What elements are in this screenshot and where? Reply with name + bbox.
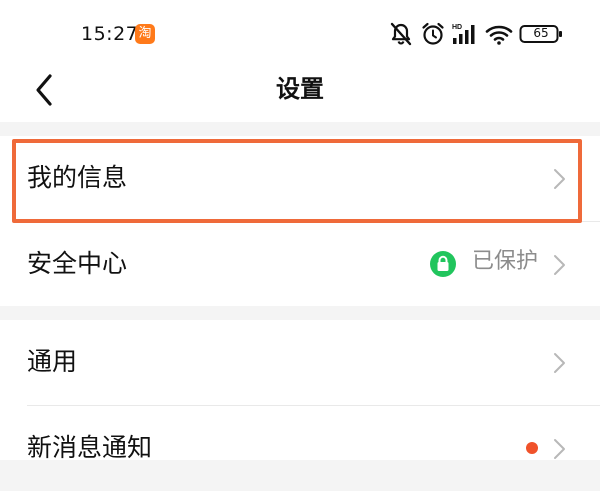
settings-item-label: 新消息通知 [27, 433, 153, 462]
settings-group-general: 通用 新消息通知 [0, 320, 600, 462]
header: 设置 [0, 60, 600, 122]
security-status-text: 已保护 [472, 249, 539, 274]
chevron-right-icon [554, 353, 565, 373]
taobao-badge-icon: 淘 [135, 24, 155, 44]
chevron-right-icon [554, 255, 565, 275]
settings-item-general[interactable]: 通用 [0, 320, 600, 405]
lock-icon [430, 251, 456, 277]
wifi-icon [485, 25, 513, 45]
highlight-box [12, 139, 582, 223]
chevron-right-icon [554, 439, 565, 459]
settings-item-message-notifications[interactable]: 新消息通知 [0, 406, 600, 491]
battery-level: 65 [533, 26, 549, 40]
page-title: 设置 [276, 75, 324, 103]
svg-text:HD: HD [452, 24, 462, 31]
status-time: 15:27 [81, 23, 139, 45]
notification-dot [526, 442, 538, 454]
settings-item-label: 通用 [27, 347, 78, 376]
settings-item-security-center[interactable]: 安全中心 已保护 [0, 222, 600, 307]
settings-item-label: 安全中心 [27, 249, 128, 278]
alarm-icon [422, 22, 444, 45]
hd-signal-icon: HD [452, 24, 475, 44]
status-bar: 15:27 淘 HD 65 [0, 0, 600, 60]
status-icons: HD 65 [388, 18, 568, 48]
mute-icon [390, 22, 412, 46]
